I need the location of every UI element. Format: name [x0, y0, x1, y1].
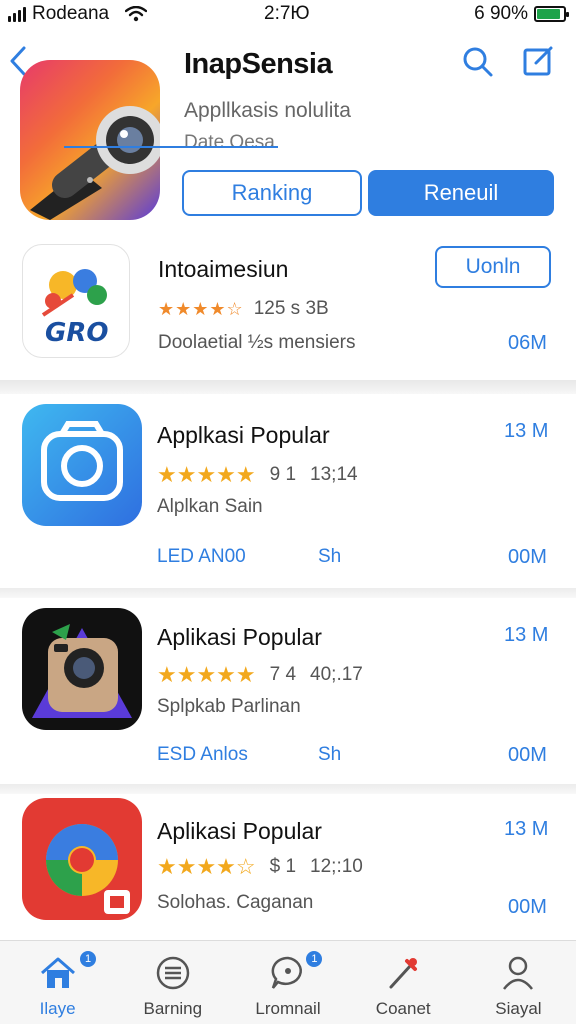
app-description: Splpkab Parlinan — [157, 696, 301, 717]
camera-tool-icon — [30, 106, 160, 220]
svg-text:GRO: GRO — [45, 318, 108, 348]
tab-home[interactable]: 1 Ilaye — [0, 941, 115, 1024]
card-divider — [0, 784, 576, 794]
rating-value: $ 1 — [269, 856, 297, 877]
app-link-primary[interactable]: ESD Anlos — [157, 744, 248, 766]
app-link-share[interactable]: Sh — [318, 546, 341, 568]
wifi-icon — [125, 6, 148, 22]
hero-subtitle: Appllkasis nolulita — [184, 99, 351, 122]
status-right: 6 90% — [474, 3, 569, 25]
list-item[interactable]: Aplikasi Popular ★★★★☆ $ 1 12;:10 Soloha… — [0, 794, 576, 940]
list-item[interactable]: Aplikasi Popular ★★★★★ 7 4 40;.17 Splpka… — [0, 598, 576, 784]
tab-label: Siayal — [495, 999, 542, 1018]
app-size: 13 M — [504, 624, 549, 646]
featured-underline — [64, 146, 278, 148]
chat-icon — [271, 956, 302, 989]
featured-get-button[interactable]: Uonln — [435, 246, 551, 288]
tab-siayal[interactable]: Siayal — [461, 941, 576, 1024]
app-rating: ★★★★☆ $ 1 12;:10 — [157, 854, 363, 880]
rating-value: 9 1 — [269, 464, 297, 485]
battery-percent: 6 90% — [474, 3, 528, 24]
rating-count: 13;14 — [310, 464, 358, 485]
app-name: Applkasi Popular — [157, 422, 330, 448]
camera-icon — [41, 421, 123, 501]
rating-count: 12;:10 — [310, 856, 363, 877]
app-download-size: 00M — [508, 896, 547, 918]
notification-badge: 1 — [80, 951, 96, 967]
featured-description: Doolaetial ½s mensiers — [158, 332, 356, 353]
rating-count: 40;.17 — [310, 664, 363, 685]
tab-label: Ilaye — [39, 999, 76, 1018]
list-item[interactable]: Applkasi Popular ★★★★★ 9 1 13;14 Alplkan… — [0, 394, 576, 584]
tab-lromnail[interactable]: 1 Lromnail — [230, 941, 345, 1024]
ranking-button[interactable]: Ranking — [182, 170, 362, 216]
app-size: 13 M — [504, 818, 549, 840]
star-rating-icon: ★★★★★ — [157, 462, 256, 487]
featured-app-card[interactable]: GRO Intoaimesiun ★★★★☆ 125 s 3B Doolaeti… — [0, 236, 576, 376]
status-time: 2:7Ю — [264, 3, 310, 24]
compose-icon[interactable] — [520, 42, 556, 78]
home-icon — [40, 957, 75, 988]
app-icon — [22, 798, 142, 920]
app-download-size: 00M — [508, 744, 547, 766]
tools-icon — [389, 958, 418, 989]
notification-badge: 1 — [306, 951, 323, 967]
tab-label: Lromnail — [255, 999, 321, 1018]
rating-value: 7 4 — [269, 664, 297, 685]
app-icon — [22, 608, 142, 730]
battery-icon — [534, 6, 569, 22]
tab-barning[interactable]: Barning — [115, 941, 230, 1024]
app-link-share[interactable]: Sh — [318, 744, 341, 766]
star-rating-icon: ★★★★★ — [157, 662, 256, 687]
featured-title: Intoaimesiun — [158, 256, 289, 282]
list-icon — [156, 956, 190, 990]
tab-coanet[interactable]: Coanet — [346, 941, 461, 1024]
status-left: Rodeana — [8, 3, 148, 25]
app-download-size: 00M — [508, 546, 547, 568]
app-rating: ★★★★★ 7 4 40;.17 — [157, 662, 363, 688]
featured-rating: ★★★★☆ 125 s 3B — [158, 298, 329, 320]
signal-icon — [8, 6, 26, 22]
app-icon — [22, 404, 142, 526]
battery-level — [537, 9, 561, 19]
featured-rating-text: 125 s 3B — [253, 298, 329, 319]
carrier-name: Rodeana — [32, 3, 110, 24]
app-rating: ★★★★★ 9 1 13;14 — [157, 462, 358, 488]
search-icon[interactable] — [460, 44, 496, 80]
featured-size: 06M — [508, 332, 547, 354]
reneuil-button[interactable]: Reneuil — [368, 170, 554, 216]
app-link-primary[interactable]: LED AN00 — [157, 546, 246, 568]
app-description: Alplkan Sain — [157, 496, 263, 517]
tab-label: Barning — [143, 999, 203, 1018]
app-description: Solohas. Caganan — [157, 892, 314, 913]
hero-app-icon[interactable] — [20, 60, 160, 220]
paint-splash-icon: GRO — [41, 269, 108, 348]
profile-icon — [503, 956, 534, 990]
section-divider — [0, 380, 576, 394]
featured-app-icon: GRO — [22, 244, 130, 358]
page-title: InapSensia — [184, 48, 333, 80]
hero-meta: Date Oesa — [184, 132, 275, 153]
camera-icon — [32, 624, 132, 718]
app-name: Aplikasi Popular — [157, 818, 322, 844]
status-bar: Rodeana 2:7Ю 6 90% — [0, 0, 576, 28]
app-size: 13 M — [504, 420, 549, 442]
tab-label: Coanet — [375, 999, 431, 1018]
star-rating-icon: ★★★★☆ — [157, 854, 256, 879]
swirl-logo-icon — [46, 824, 130, 914]
star-rating-icon: ★★★★☆ — [158, 298, 244, 319]
card-divider — [0, 588, 576, 598]
bottom-tab-bar: 1 Ilaye Barning 1 Lromnail Coanet Siayal — [0, 940, 576, 1024]
app-name: Aplikasi Popular — [157, 624, 322, 650]
